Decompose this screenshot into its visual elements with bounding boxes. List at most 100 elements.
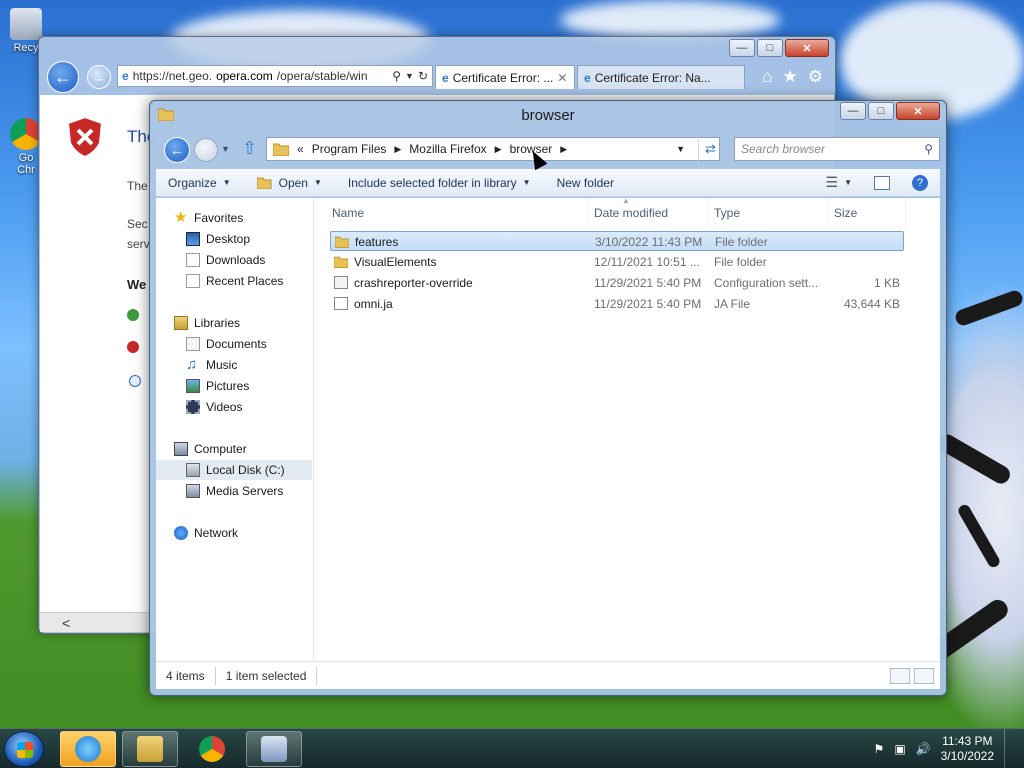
back-button[interactable]: ←	[164, 137, 190, 163]
chevron-right-icon[interactable]: ▶	[394, 144, 401, 155]
forward-button[interactable]	[194, 138, 218, 162]
file-row[interactable]: VisualElements 12/11/2021 10:51 ... File…	[330, 252, 904, 272]
ie-forward-button[interactable]: →	[87, 65, 111, 89]
nav-media-servers[interactable]: Media Servers	[156, 481, 312, 501]
action-center-flag-icon[interactable]: ⚑	[874, 742, 885, 756]
gear-icon[interactable]: ⚙	[808, 67, 823, 87]
taskbar-media-button[interactable]	[246, 731, 302, 767]
ie-tab-1[interactable]: e Certificate Error: ... ✕	[435, 65, 575, 89]
star-icon: ★	[174, 209, 188, 226]
file-type: File folder	[714, 255, 767, 269]
shield-error-icon	[66, 115, 104, 159]
help-icon[interactable]: ?	[912, 174, 928, 191]
chevron-right-icon[interactable]: ▶	[495, 144, 502, 155]
ie-back-button[interactable]: ←	[47, 61, 79, 93]
scroll-left-arrow[interactable]: <	[62, 615, 70, 631]
up-arrow-icon[interactable]: ⇧	[242, 138, 257, 159]
ie-toolbar-icons: ⌂ ★ ⚙	[762, 67, 823, 87]
chevron-down-icon[interactable]: ▼	[405, 71, 414, 81]
nav-music[interactable]: ♫ Music	[156, 355, 312, 375]
large-icons-view-icon[interactable]	[914, 667, 934, 684]
breadcrumb-item-mozilla-firefox[interactable]: Mozilla Firefox	[409, 142, 486, 156]
start-button[interactable]	[4, 731, 44, 767]
ie-text-heading: We	[127, 277, 147, 292]
file-row[interactable]: omni.ja 11/29/2021 5:40 PM JA File 43,64…	[330, 294, 904, 314]
nav-local-disk[interactable]: Local Disk (C:)	[156, 460, 312, 480]
column-header-date[interactable]: Date modified	[588, 198, 708, 228]
include-label: Include selected folder in library	[347, 175, 517, 190]
volume-icon[interactable]: 🔊	[916, 742, 931, 756]
nav-desktop[interactable]: Desktop	[156, 229, 312, 249]
column-header-size[interactable]: Size	[828, 198, 906, 228]
new-folder-button[interactable]: New folder	[557, 176, 614, 190]
search-input[interactable]: Search browser ⚲	[734, 137, 940, 161]
nav-pictures[interactable]: Pictures	[156, 376, 312, 396]
column-header-name[interactable]: Name	[326, 198, 588, 228]
nav-label: Favorites	[194, 211, 244, 225]
include-in-library-button[interactable]: Include selected folder in library ▼	[348, 176, 531, 190]
new-folder-label: New folder	[556, 175, 614, 190]
ie-horizontal-scrollbar[interactable]: <	[40, 612, 152, 632]
home-icon[interactable]: ⌂	[762, 67, 772, 87]
nav-downloads[interactable]: Downloads	[156, 250, 312, 270]
breadcrumb-item-program-files[interactable]: Program Files	[312, 142, 387, 156]
nav-documents[interactable]: Documents	[156, 334, 312, 354]
chevron-down-icon[interactable]: ▼	[676, 144, 685, 154]
nav-favorites[interactable]: ★ Favorites	[156, 208, 312, 228]
column-header-type[interactable]: Type	[708, 198, 828, 228]
close-icon[interactable]: ✕	[557, 71, 567, 85]
desktop-icon-label: Recy	[13, 42, 39, 54]
search-icon[interactable]: ⚲	[924, 142, 933, 156]
windows-logo-icon	[17, 742, 33, 758]
refresh-icon[interactable]: ↻	[418, 69, 428, 83]
nav-label: Computer	[194, 442, 247, 456]
search-icon[interactable]: ⚲	[392, 69, 401, 83]
ie-text-line: Sec	[127, 217, 148, 231]
file-row[interactable]: features 3/10/2022 11:43 PM File folder	[330, 231, 904, 251]
navigation-pane: ★ Favorites Desktop Downloads Recent Pla…	[156, 198, 314, 661]
ie-tab-2[interactable]: e Certificate Error: Na...	[577, 65, 745, 89]
file-type: Configuration sett...	[714, 276, 819, 290]
breadcrumb-overflow[interactable]: «	[297, 142, 304, 156]
nav-libraries[interactable]: Libraries	[156, 313, 312, 333]
close-button[interactable]: ✕	[785, 39, 829, 57]
chevron-right-icon[interactable]: ▶	[560, 144, 567, 155]
clock[interactable]: 11:43 PM 3/10/2022	[941, 734, 994, 764]
nav-label: Desktop	[206, 232, 251, 246]
nav-recent-places[interactable]: Recent Places	[156, 271, 312, 291]
command-bar: Organize ▼ Open ▼ Include selected folde…	[156, 169, 940, 197]
change-view-button[interactable]: ☰ ▼	[826, 174, 852, 191]
preview-pane-icon[interactable]	[874, 175, 890, 190]
documents-icon	[186, 337, 200, 351]
expand-icon[interactable]	[129, 375, 141, 387]
refresh-icon[interactable]: ⇄	[698, 137, 722, 161]
open-button[interactable]: Open ▼	[256, 176, 322, 190]
nav-label: Documents	[206, 337, 267, 351]
folder-icon	[137, 736, 163, 762]
network-status-icon[interactable]: ▣	[894, 742, 905, 756]
maximize-button[interactable]: □	[757, 39, 783, 57]
minimize-button[interactable]: —	[840, 102, 866, 120]
nav-videos[interactable]: Videos	[156, 397, 312, 417]
ie-address-bar[interactable]: e https://net.geo. opera.com/opera/stable…	[117, 65, 433, 87]
check-shield-icon	[127, 309, 139, 321]
star-icon[interactable]: ★	[783, 67, 798, 87]
libraries-icon	[174, 316, 188, 330]
details-view-icon[interactable]	[890, 667, 910, 684]
taskbar-chrome-button[interactable]	[184, 731, 240, 767]
organize-button[interactable]: Organize ▼	[168, 176, 231, 190]
file-name: features	[355, 235, 399, 249]
nav-computer[interactable]: Computer	[156, 439, 312, 459]
taskbar-ie-button[interactable]	[60, 731, 116, 767]
address-bar[interactable]: « Program Files ▶ Mozilla Firefox ▶ brow…	[266, 137, 720, 161]
ie-caption-buttons: — □ ✕	[729, 39, 829, 57]
file-row[interactable]: crashreporter-override 11/29/2021 5:40 P…	[330, 273, 904, 293]
nav-network[interactable]: Network	[156, 523, 312, 543]
taskbar-explorer-button[interactable]	[122, 731, 178, 767]
maximize-button[interactable]: □	[868, 102, 894, 120]
show-desktop-button[interactable]	[1004, 729, 1016, 768]
close-button[interactable]: ✕	[896, 102, 940, 120]
recent-pages-dropdown[interactable]: ▼	[221, 144, 230, 154]
minimize-button[interactable]: —	[729, 39, 755, 57]
nav-label: Downloads	[206, 253, 266, 267]
